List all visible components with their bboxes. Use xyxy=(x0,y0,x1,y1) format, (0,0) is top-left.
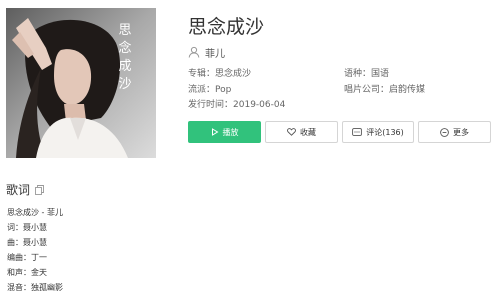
lyric-line: 词：聂小慧 xyxy=(7,223,47,232)
lyric-line: 和声：金天 xyxy=(7,268,47,277)
cover-title-text: 思念成沙 xyxy=(118,23,132,92)
album-label: 专辑： xyxy=(188,69,216,79)
more-label: 更多 xyxy=(453,127,469,137)
record-label-label: 唱片公司： xyxy=(344,85,390,95)
label-info: 唱片公司：启韵传媒 xyxy=(344,84,425,96)
lyric-line: 曲：聂小慧 xyxy=(7,238,47,247)
user-icon xyxy=(188,46,200,58)
comment-button[interactable]: 评论(136) xyxy=(342,121,414,143)
play-icon xyxy=(211,128,218,136)
artist-name[interactable]: 菲儿 xyxy=(205,45,225,60)
comment-label: 评论(136) xyxy=(366,127,404,137)
release-label: 发行时间： xyxy=(188,100,234,110)
artist-row[interactable]: 菲儿 xyxy=(188,44,225,60)
more-icon xyxy=(440,127,449,137)
comment-icon xyxy=(352,128,363,136)
release-info: 发行时间：2019-06-04 xyxy=(188,99,285,111)
album-info: 专辑：思念成沙 xyxy=(188,68,251,80)
song-title: 思念成沙 xyxy=(188,16,265,38)
lyric-line: 思念成沙 - 菲儿 xyxy=(7,208,63,217)
copy-icon[interactable] xyxy=(35,185,44,195)
song-detail-page: 思念成沙 思念成沙 菲儿 专辑：思念成沙 语种：国语 流派：Pop 唱片公司：启… xyxy=(0,0,500,299)
play-label: 播放 xyxy=(222,127,239,137)
language-label: 语种： xyxy=(344,69,372,79)
lyrics-heading-row: 歌词 xyxy=(6,182,44,198)
cover-photo xyxy=(6,8,156,158)
more-button[interactable]: 更多 xyxy=(418,121,491,143)
release-value: 2019-06-04 xyxy=(233,100,286,110)
lyrics-heading: 歌词 xyxy=(6,183,31,197)
language-value: 国语 xyxy=(371,69,390,79)
genre-info: 流派：Pop xyxy=(188,84,231,96)
genre-label: 流派： xyxy=(188,85,216,95)
album-cover[interactable]: 思念成沙 xyxy=(6,8,156,158)
heart-icon xyxy=(287,128,296,136)
album-link[interactable]: 思念成沙 xyxy=(215,69,251,79)
favorite-label: 收藏 xyxy=(300,127,316,137)
record-label-value: 启韵传媒 xyxy=(389,85,426,95)
lyric-line: 混音：独孤幽影 xyxy=(7,283,63,292)
play-button[interactable]: 播放 xyxy=(188,121,261,143)
genre-link[interactable]: Pop xyxy=(215,85,231,95)
lyric-line: 编曲：丁一 xyxy=(7,253,47,262)
language-info: 语种：国语 xyxy=(344,68,389,80)
favorite-button[interactable]: 收藏 xyxy=(265,121,338,143)
